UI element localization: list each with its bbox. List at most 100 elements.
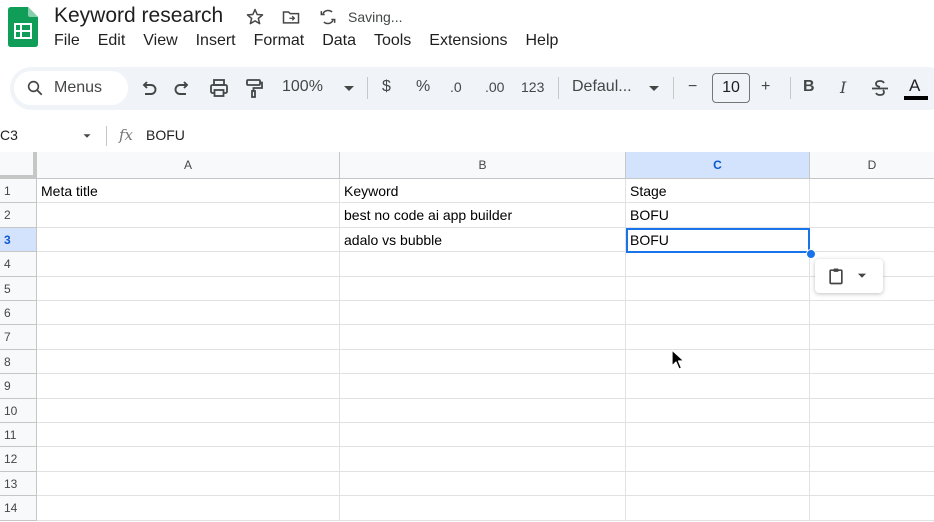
cell-a8[interactable] — [37, 349, 340, 375]
fill-handle[interactable] — [806, 249, 816, 259]
cell-c3[interactable]: BOFU — [626, 227, 810, 253]
star-icon[interactable] — [245, 7, 265, 27]
cell-b12[interactable] — [340, 447, 626, 472]
cell-c11[interactable] — [626, 423, 810, 448]
menu-edit[interactable]: Edit — [98, 32, 126, 50]
cell-b14[interactable] — [340, 496, 626, 521]
menu-help[interactable]: Help — [525, 32, 558, 50]
cell-c12[interactable] — [626, 447, 810, 472]
menu-format[interactable]: Format — [254, 32, 305, 50]
cell-b11[interactable] — [340, 423, 626, 448]
cell-a1[interactable]: Meta title — [37, 179, 340, 204]
cell-a2[interactable] — [37, 203, 340, 228]
cell-a13[interactable] — [37, 471, 340, 497]
cell-a12[interactable] — [37, 447, 340, 472]
cell-a11[interactable] — [37, 423, 340, 448]
font-size-input[interactable]: 10 — [712, 73, 750, 103]
menus-search-button[interactable]: Menus — [14, 71, 128, 105]
row-header-14[interactable]: 14 — [0, 496, 37, 521]
cell-d1[interactable] — [810, 179, 934, 204]
paint-format-icon[interactable] — [242, 76, 266, 100]
cell-c4[interactable] — [626, 252, 810, 277]
cell-b3[interactable]: adalo vs bubble — [340, 227, 626, 253]
cell-b5[interactable] — [340, 276, 626, 301]
undo-icon[interactable] — [136, 76, 160, 100]
cell-b6[interactable] — [340, 301, 626, 326]
sheets-logo-icon[interactable] — [8, 7, 38, 47]
cell-a7[interactable] — [37, 325, 340, 350]
cell-c14[interactable] — [626, 496, 810, 521]
move-to-folder-icon[interactable] — [281, 7, 301, 27]
cloud-sync-icon[interactable] — [318, 7, 338, 27]
cell-b10[interactable] — [340, 398, 626, 423]
percent-format-button[interactable]: % — [416, 78, 430, 96]
currency-format-button[interactable]: $ — [382, 78, 391, 96]
print-icon[interactable] — [207, 76, 231, 100]
name-box-dropdown-icon[interactable] — [80, 129, 94, 148]
cell-a5[interactable] — [37, 276, 340, 301]
bold-icon[interactable]: B — [803, 78, 815, 96]
row-header-4[interactable]: 4 — [0, 252, 37, 277]
row-header-6[interactable]: 6 — [0, 301, 37, 326]
cell-d9[interactable] — [810, 374, 934, 399]
cell-a10[interactable] — [37, 398, 340, 423]
row-header-12[interactable]: 12 — [0, 447, 37, 472]
cell-a9[interactable] — [37, 374, 340, 399]
row-header-7[interactable]: 7 — [0, 325, 37, 350]
row-header-9[interactable]: 9 — [0, 374, 37, 399]
select-all-corner[interactable] — [0, 152, 37, 179]
cell-b4[interactable] — [340, 252, 626, 277]
row-header-10[interactable]: 10 — [0, 398, 37, 423]
cell-c13[interactable] — [626, 471, 810, 497]
zoom-select[interactable]: 100% — [282, 78, 323, 96]
cell-b1[interactable]: Keyword — [340, 179, 626, 204]
cell-c2[interactable]: BOFU — [626, 203, 810, 228]
column-header-c[interactable]: C — [626, 152, 810, 179]
cell-b9[interactable] — [340, 374, 626, 399]
cell-d7[interactable] — [810, 325, 934, 350]
cell-d10[interactable] — [810, 399, 934, 423]
decrease-decimal-button[interactable]: .0 — [450, 79, 462, 95]
document-title[interactable]: Keyword research — [54, 4, 223, 28]
column-header-a[interactable]: A — [37, 152, 340, 179]
increase-decimal-button[interactable]: .00 — [485, 79, 504, 95]
italic-icon[interactable]: I — [840, 78, 846, 97]
row-header-2[interactable]: 2 — [0, 203, 37, 228]
cell-a6[interactable] — [37, 301, 340, 326]
cell-c5[interactable] — [626, 276, 810, 301]
cell-d13[interactable] — [810, 472, 934, 497]
dropdown-icon[interactable] — [642, 76, 666, 100]
cell-d3[interactable] — [810, 228, 934, 253]
number-format-button[interactable]: 123 — [521, 79, 544, 95]
increase-font-size-button[interactable]: + — [761, 78, 770, 96]
menu-extensions[interactable]: Extensions — [429, 32, 507, 50]
cell-b2[interactable]: best no code ai app builder — [340, 203, 626, 228]
menu-tools[interactable]: Tools — [374, 32, 411, 50]
cell-a3[interactable] — [37, 227, 340, 253]
row-header-3[interactable]: 3 — [0, 227, 37, 253]
menu-data[interactable]: Data — [322, 32, 356, 50]
column-header-b[interactable]: B — [340, 152, 626, 179]
column-header-d[interactable]: D — [810, 152, 934, 179]
row-header-5[interactable]: 5 — [0, 276, 37, 301]
cell-d14[interactable] — [810, 496, 934, 521]
cell-c7[interactable] — [626, 325, 810, 350]
cell-b8[interactable] — [340, 349, 626, 375]
menu-file[interactable]: File — [54, 32, 80, 50]
cell-a14[interactable] — [37, 496, 340, 521]
cell-c1[interactable]: Stage — [626, 179, 810, 204]
font-family-select[interactable]: Defaul... — [572, 78, 632, 96]
redo-icon[interactable] — [171, 76, 195, 100]
cell-c9[interactable] — [626, 374, 810, 399]
paste-options-button[interactable] — [815, 259, 883, 293]
text-color-icon[interactable]: A — [903, 74, 929, 104]
dropdown-icon[interactable] — [337, 76, 361, 100]
cell-d8[interactable] — [810, 350, 934, 375]
cell-d12[interactable] — [810, 447, 934, 472]
cell-d2[interactable] — [810, 203, 934, 228]
menu-insert[interactable]: Insert — [196, 32, 236, 50]
decrease-font-size-button[interactable]: − — [688, 78, 697, 96]
cell-c10[interactable] — [626, 398, 810, 423]
cell-c6[interactable] — [626, 301, 810, 326]
row-header-1[interactable]: 1 — [0, 179, 37, 204]
